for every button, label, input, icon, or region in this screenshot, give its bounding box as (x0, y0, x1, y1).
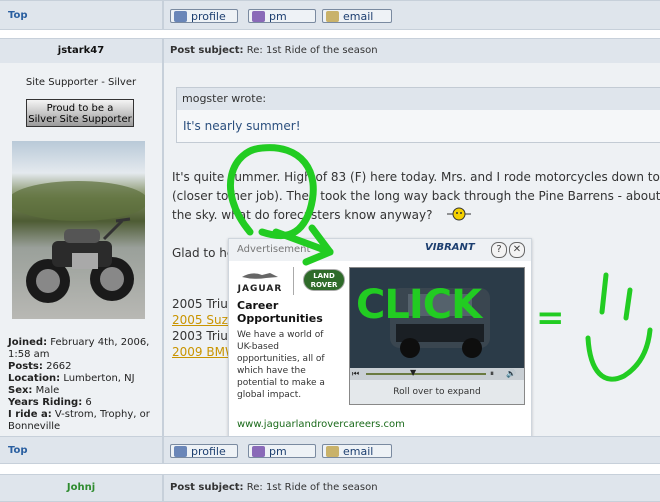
drawn-arrow (227, 144, 334, 266)
bottom-action-bar: Top profile pm email (0, 436, 660, 464)
annotation-overlay (227, 144, 653, 382)
next-post-subject: Post subject: Re: 1st Ride of the season (170, 482, 378, 493)
column-divider (162, 475, 164, 501)
pm-button[interactable]: pm (248, 444, 316, 458)
pm-icon (252, 446, 265, 457)
email-button[interactable]: email (322, 444, 392, 458)
drawn-hand (585, 272, 653, 382)
profile-button[interactable]: profile (170, 444, 238, 458)
email-button-label: email (343, 445, 374, 458)
subject-text: Re: 1st Ride of the season (246, 482, 378, 493)
next-post-header: Johnj Post subject: Re: 1st Ride of the … (0, 474, 660, 502)
next-post-author[interactable]: Johnj (0, 482, 162, 493)
column-divider (162, 437, 164, 463)
subject-label: Post subject: (170, 482, 244, 493)
profile-button-label: profile (191, 445, 226, 458)
profile-icon (174, 446, 187, 457)
click-annotation-text: CLICK (356, 282, 482, 328)
email-icon (326, 446, 339, 457)
pm-button-label: pm (269, 445, 287, 458)
top-link[interactable]: Top (8, 445, 28, 456)
equals-annotation: = (536, 298, 565, 338)
